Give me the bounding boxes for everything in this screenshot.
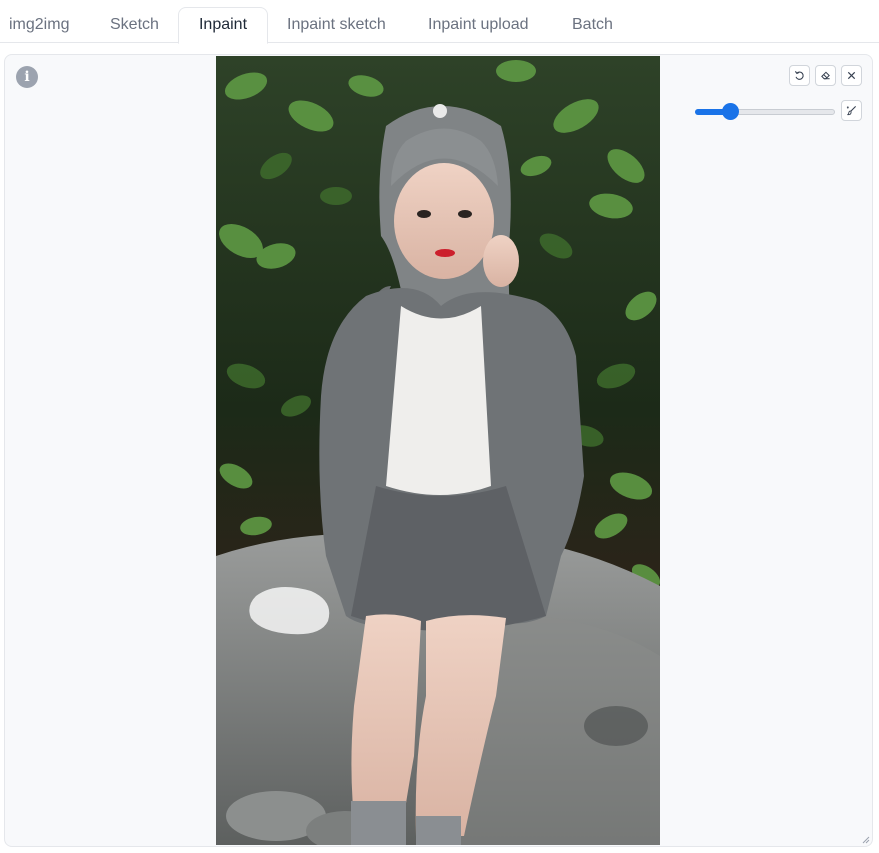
brush-icon: [846, 105, 857, 116]
info-icon[interactable]: i: [16, 66, 38, 88]
inpaint-image-canvas[interactable]: [216, 56, 660, 845]
tab-batch[interactable]: Batch: [572, 8, 613, 43]
tab-bar: img2img Sketch Inpaint Inpaint sketch In…: [0, 0, 879, 44]
tab-inpaint-sketch[interactable]: Inpaint sketch: [287, 8, 386, 43]
brush-button[interactable]: [841, 100, 862, 121]
resize-handle-icon[interactable]: [860, 834, 870, 844]
tab-inpaint[interactable]: Inpaint: [178, 7, 268, 44]
slider-thumb[interactable]: [722, 103, 739, 120]
tab-sketch[interactable]: Sketch: [110, 8, 159, 43]
photo-illustration: [216, 56, 660, 845]
tab-img2img[interactable]: img2img: [9, 8, 69, 43]
brush-size-slider[interactable]: [695, 102, 835, 122]
remove-image-button[interactable]: [841, 65, 862, 86]
eraser-icon: [821, 71, 830, 80]
undo-button[interactable]: [789, 65, 810, 86]
tab-inpaint-upload[interactable]: Inpaint upload: [428, 8, 529, 43]
clear-button[interactable]: [815, 65, 836, 86]
close-icon: [847, 71, 856, 80]
inpaint-canvas-panel: i: [4, 54, 873, 847]
undo-icon: [794, 71, 804, 80]
